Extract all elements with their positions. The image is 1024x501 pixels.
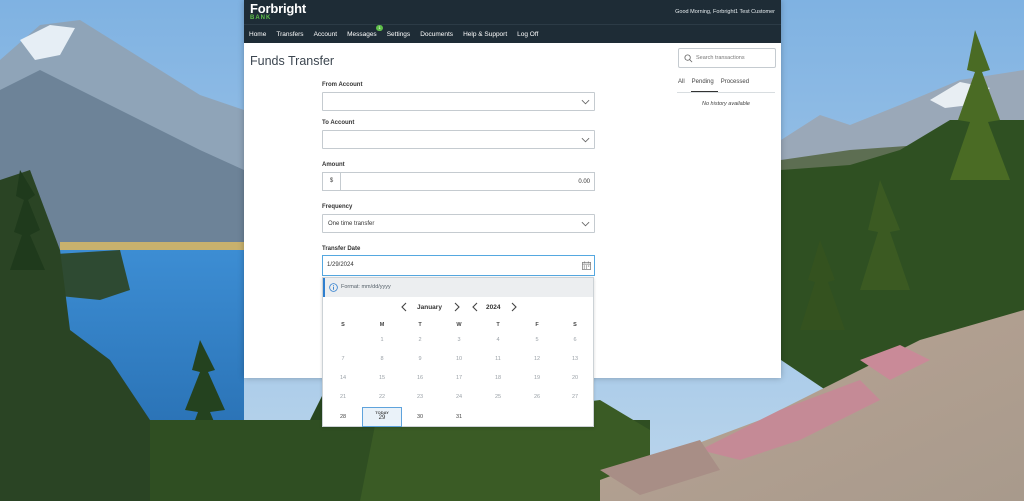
day-cell: 6 bbox=[573, 337, 577, 343]
day-cell: 11 bbox=[495, 356, 501, 362]
weekday-sun: S bbox=[341, 322, 345, 328]
transfer-date-label: Transfer Date bbox=[322, 246, 361, 252]
calendar-icon[interactable] bbox=[582, 260, 591, 270]
day-cell: 23 bbox=[416, 394, 424, 400]
day-cell: 24 bbox=[455, 394, 463, 400]
next-month-icon[interactable] bbox=[453, 302, 461, 312]
messages-badge: 1 bbox=[376, 24, 383, 31]
chevron-down-icon bbox=[581, 99, 590, 105]
tab-all[interactable]: All bbox=[677, 78, 689, 92]
transfer-date-input[interactable]: 1/29/2024 bbox=[322, 255, 595, 276]
history-tabs: All Pending Processed bbox=[677, 78, 755, 92]
day-cell: 2 bbox=[418, 337, 422, 343]
frequency-label: Frequency bbox=[322, 204, 353, 210]
forbright-logo[interactable]: Forbright BANK bbox=[250, 2, 306, 21]
transfer-date-value: 1/29/2024 bbox=[327, 262, 354, 268]
nav-log-off[interactable]: Log Off bbox=[517, 31, 538, 38]
nav-settings[interactable]: Settings bbox=[387, 31, 411, 38]
nav-documents[interactable]: Documents bbox=[420, 31, 453, 38]
date-picker: Format: mm/dd/yyyy January 2024 S M T W … bbox=[322, 277, 594, 427]
frequency-value: One time transfer bbox=[328, 220, 375, 227]
nav-transfers[interactable]: Transfers bbox=[276, 31, 303, 38]
day-cell: 20 bbox=[571, 375, 579, 381]
transaction-search bbox=[678, 48, 776, 68]
chevron-down-icon bbox=[581, 137, 590, 143]
day-cell: 3 bbox=[457, 337, 461, 343]
today-cell[interactable]: TODAY 29 bbox=[362, 407, 402, 427]
next-year-icon[interactable] bbox=[510, 302, 518, 312]
amount-label: Amount bbox=[322, 162, 345, 168]
day-cell: 12 bbox=[533, 356, 541, 362]
page-title: Funds Transfer bbox=[250, 54, 335, 68]
nav-messages-label: Messages bbox=[347, 30, 377, 38]
tab-pending[interactable]: Pending bbox=[690, 78, 718, 92]
search-input[interactable] bbox=[696, 51, 772, 65]
weekday-mon: M bbox=[379, 322, 385, 328]
weekday-wed: W bbox=[456, 322, 462, 328]
date-format-hint: Format: mm/dd/yyyy bbox=[323, 278, 593, 297]
to-account-label: To Account bbox=[322, 120, 355, 126]
day-cell: 10 bbox=[455, 356, 463, 362]
search-icon bbox=[684, 54, 693, 63]
day-cell: 9 bbox=[418, 356, 422, 362]
month-label[interactable]: January bbox=[417, 304, 442, 311]
tab-processed[interactable]: Processed bbox=[720, 78, 753, 92]
nav-help-support[interactable]: Help & Support bbox=[463, 31, 507, 38]
day-cell: 7 bbox=[341, 356, 345, 362]
month-year-navigation: January 2024 bbox=[323, 302, 593, 312]
today-day: 29 bbox=[378, 415, 386, 421]
nav-account[interactable]: Account bbox=[314, 31, 338, 38]
amount-input[interactable]: $ 0.00 bbox=[322, 172, 595, 191]
from-account-select[interactable] bbox=[322, 92, 595, 111]
amount-value: 0.00 bbox=[578, 178, 590, 185]
nav-home[interactable]: Home bbox=[249, 31, 266, 38]
info-icon bbox=[329, 283, 338, 292]
chevron-down-icon bbox=[581, 221, 590, 227]
day-cell[interactable]: 28 bbox=[333, 414, 353, 420]
prev-month-icon[interactable] bbox=[400, 302, 408, 312]
day-cell: 25 bbox=[494, 394, 502, 400]
to-account-select[interactable] bbox=[322, 130, 595, 149]
weekday-fri: F bbox=[535, 322, 539, 328]
logo-name: Forbright bbox=[250, 1, 306, 16]
prev-year-icon[interactable] bbox=[471, 302, 479, 312]
currency-prefix: $ bbox=[323, 173, 341, 190]
day-cell: 14 bbox=[339, 375, 347, 381]
day-cell: 1 bbox=[380, 337, 384, 343]
day-cell[interactable]: 31 bbox=[449, 414, 469, 420]
day-cell: 21 bbox=[339, 394, 347, 400]
day-cell: 27 bbox=[571, 394, 579, 400]
top-bar: Forbright BANK Good Morning, Forbright1 … bbox=[244, 0, 781, 24]
nav-messages[interactable]: Messages 1 bbox=[347, 24, 383, 38]
day-cell: 18 bbox=[494, 375, 502, 381]
day-cell: 16 bbox=[416, 375, 424, 381]
day-cell: 13 bbox=[571, 356, 579, 362]
main-nav: Home Transfers Account Messages 1 Settin… bbox=[244, 24, 781, 43]
day-cell: 26 bbox=[533, 394, 541, 400]
weekday-sat: S bbox=[573, 322, 577, 328]
day-cell: 8 bbox=[380, 356, 384, 362]
weekday-tue: T bbox=[418, 322, 422, 328]
day-cell: 5 bbox=[535, 337, 539, 343]
frequency-select[interactable]: One time transfer bbox=[322, 214, 595, 233]
day-cell: 17 bbox=[455, 375, 463, 381]
day-cell: 4 bbox=[496, 337, 500, 343]
day-cell: 22 bbox=[378, 394, 386, 400]
empty-history-message: No history available bbox=[702, 101, 750, 107]
from-account-label: From Account bbox=[322, 82, 363, 88]
date-format-text: Format: mm/dd/yyyy bbox=[341, 284, 391, 290]
day-cell: 19 bbox=[533, 375, 541, 381]
greeting-text: Good Morning, Forbright1 Test Customer bbox=[675, 9, 775, 15]
weekday-thu: T bbox=[496, 322, 500, 328]
tabs-divider bbox=[677, 92, 775, 93]
year-label[interactable]: 2024 bbox=[486, 304, 500, 311]
day-cell: 15 bbox=[378, 375, 386, 381]
day-cell[interactable]: 30 bbox=[410, 414, 430, 420]
